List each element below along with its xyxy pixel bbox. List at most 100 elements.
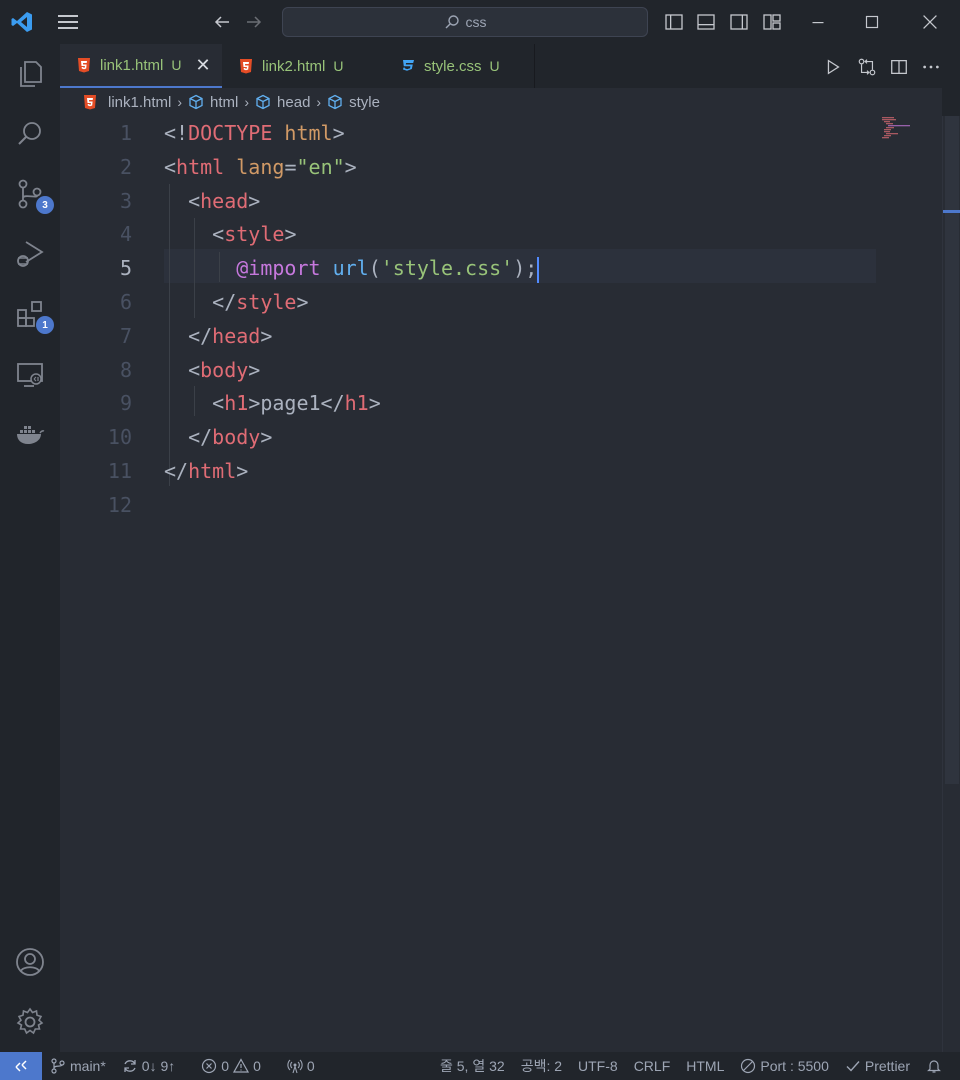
warning-icon — [233, 1058, 250, 1073]
code-token: head — [212, 323, 261, 348]
accounts-icon[interactable] — [12, 944, 48, 980]
git-branch[interactable]: main* — [42, 1058, 114, 1074]
check-icon — [846, 1061, 860, 1072]
scrollbar-thumb[interactable] — [945, 116, 959, 784]
cursor-position[interactable]: 줄 5, 열 32 — [432, 1056, 513, 1076]
menu-icon[interactable] — [56, 12, 80, 32]
remote-indicator-icon[interactable] — [0, 1052, 42, 1080]
git-sync[interactable]: 0↓ 9↑ — [114, 1058, 183, 1074]
search-icon — [445, 15, 459, 29]
breadcrumb-label: head — [277, 93, 311, 111]
extensions-icon[interactable]: 1 — [12, 296, 54, 334]
code-token: </ — [164, 323, 213, 348]
title-bar: css — [0, 0, 960, 44]
code-token: > — [332, 121, 345, 145]
code-token: @import — [236, 256, 321, 281]
line-number: 7 — [119, 323, 132, 348]
tab-style-css[interactable]: style.css U — [384, 44, 534, 88]
breadcrumb-style[interactable]: style — [327, 94, 380, 111]
prettier[interactable]: Prettier — [837, 1058, 918, 1074]
code-token: h1 — [224, 391, 249, 416]
encoding[interactable]: UTF-8 — [570, 1058, 626, 1074]
tab-link1-html[interactable]: link1.html U ✕ — [60, 44, 222, 88]
live-server[interactable]: Port : 5500 — [732, 1058, 837, 1074]
live-server-port: Port : 5500 — [760, 1058, 829, 1074]
customize-layout-icon[interactable] — [762, 12, 782, 32]
editor-scrollbar[interactable] — [942, 116, 960, 1052]
minimize-icon[interactable] — [806, 10, 830, 34]
back-arrow-icon[interactable] — [212, 12, 232, 32]
code-line: </body> — [164, 420, 272, 454]
toggle-panel-icon[interactable] — [696, 12, 716, 32]
close-window-icon[interactable] — [918, 10, 942, 34]
settings-gear-icon[interactable] — [12, 1004, 48, 1040]
code-token: > — [248, 357, 261, 382]
end-of-line[interactable]: CRLF — [626, 1058, 679, 1074]
code-token: ( — [368, 256, 381, 281]
tab-label: style.css — [424, 57, 482, 75]
code-token: style — [224, 222, 285, 247]
code-token: >page1</ — [248, 391, 345, 416]
editor-tab-bar: link1.html U ✕ link2.html U style.css U — [60, 44, 960, 88]
toggle-secondary-sidebar-icon[interactable] — [729, 12, 749, 32]
source-control-icon[interactable]: 3 — [12, 176, 54, 214]
breadcrumb-label: link1.html — [108, 93, 172, 111]
code-token: lang — [224, 154, 285, 179]
code-editor[interactable]: 1 2 3 4 5 6 7 8 9 10 11 12 <!DOCTYPE html> <html lan… — [60, 116, 942, 1052]
tab-divider — [534, 44, 535, 88]
code-token: > — [260, 425, 273, 450]
problems[interactable]: 0 0 — [193, 1058, 269, 1074]
ports-count: 0 — [306, 1058, 315, 1074]
tab-link2-html[interactable]: link2.html U — [222, 44, 384, 88]
line-number: 4 — [119, 222, 132, 247]
code-token: < — [164, 188, 201, 213]
run-debug-icon[interactable] — [12, 236, 48, 272]
explorer-icon[interactable] — [12, 56, 48, 92]
code-token: "en" — [296, 154, 345, 179]
close-tab-icon[interactable]: ✕ — [195, 55, 210, 76]
code-token: > — [344, 154, 357, 179]
language-mode[interactable]: HTML — [678, 1058, 732, 1074]
code-token: </ — [164, 425, 213, 450]
symbol-element-icon — [256, 94, 270, 110]
code-token: body — [212, 425, 261, 450]
split-editor-icon[interactable] — [888, 56, 910, 78]
tab-label: link1.html — [100, 56, 164, 74]
chevron-right-icon: › — [316, 94, 322, 110]
remote-explorer-icon[interactable] — [12, 356, 48, 392]
broadcast-icon — [287, 1059, 303, 1074]
line-number: 1 — [119, 121, 132, 145]
vscode-logo-icon — [10, 10, 34, 34]
code-line: <style> — [164, 217, 296, 251]
code-token: body — [200, 357, 249, 382]
notifications[interactable] — [918, 1058, 960, 1074]
toggle-primary-sidebar-icon[interactable] — [664, 12, 684, 32]
code-token: = — [284, 154, 297, 179]
maximize-icon[interactable] — [860, 10, 884, 34]
line-number: 9 — [119, 391, 132, 416]
code-line: </head> — [164, 319, 272, 353]
cursor-position-marker — [943, 210, 960, 213]
code-token: > — [296, 290, 309, 314]
search-view-icon[interactable] — [12, 116, 48, 152]
more-actions-icon[interactable] — [920, 56, 942, 78]
ports[interactable]: 0 — [279, 1058, 323, 1074]
command-center-search[interactable]: css — [282, 7, 648, 37]
indentation[interactable]: 공백: 2 — [513, 1056, 570, 1076]
breadcrumb-html[interactable]: html — [188, 94, 238, 111]
code-token: html — [272, 121, 333, 145]
code-line: <body> — [164, 353, 260, 387]
breadcrumb-file[interactable]: link1.html — [82, 94, 171, 111]
circle-slash-icon — [741, 1058, 756, 1074]
run-icon[interactable] — [822, 56, 844, 78]
forward-arrow-icon[interactable] — [244, 12, 264, 32]
breadcrumb-head[interactable]: head — [255, 94, 310, 111]
docker-icon[interactable] — [12, 416, 48, 452]
open-changes-icon[interactable] — [856, 56, 878, 78]
code-token: < — [164, 357, 201, 382]
minimap[interactable] — [882, 116, 942, 146]
code-line: </style> — [164, 285, 309, 319]
chevron-right-icon: › — [177, 94, 183, 110]
code-token: > — [260, 323, 273, 348]
code-token: style — [236, 290, 297, 314]
